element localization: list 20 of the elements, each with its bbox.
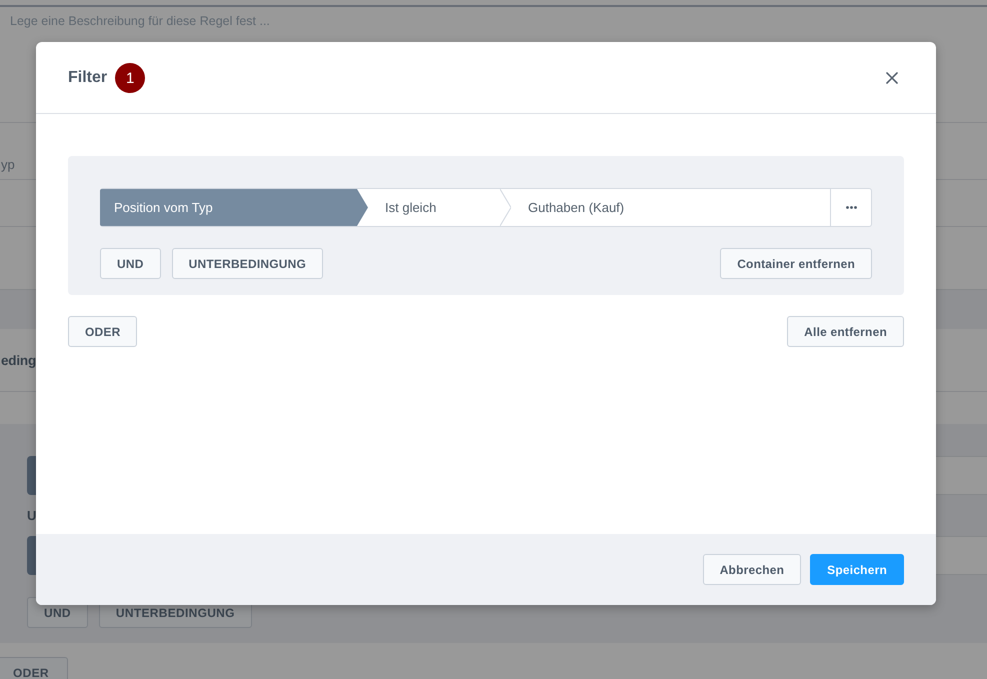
connector-label: U xyxy=(27,508,36,523)
operator-segment[interactable]: Ist gleich xyxy=(368,189,511,226)
or-button[interactable]: ODER xyxy=(68,316,138,347)
cancel-button[interactable]: Abbrechen xyxy=(702,554,802,585)
condition-segment[interactable] xyxy=(27,536,36,575)
remove-container-button[interactable]: Container entfernen xyxy=(720,248,872,279)
description-field[interactable]: Lege eine Beschreibung für diese Regel fest ... xyxy=(10,13,430,29)
column-label: yp xyxy=(1,157,15,173)
close-icon[interactable] xyxy=(886,72,898,84)
more-icon xyxy=(846,206,856,209)
or-button[interactable]: ODER xyxy=(0,657,68,679)
value-segment[interactable]: Guthaben (Kauf) xyxy=(511,189,830,226)
condition-segment[interactable] xyxy=(27,456,36,495)
field-segment[interactable]: Position vom Typ xyxy=(100,189,368,226)
count-badge: 1 xyxy=(115,62,146,92)
and-button[interactable]: UND xyxy=(100,248,161,279)
section-heading: eding xyxy=(1,352,36,368)
subcondition-button[interactable]: UNTERBEDINGUNG xyxy=(172,248,324,279)
dialog-title: Filter xyxy=(68,68,108,86)
remove-all-button[interactable]: Alle entfernen xyxy=(787,316,904,347)
